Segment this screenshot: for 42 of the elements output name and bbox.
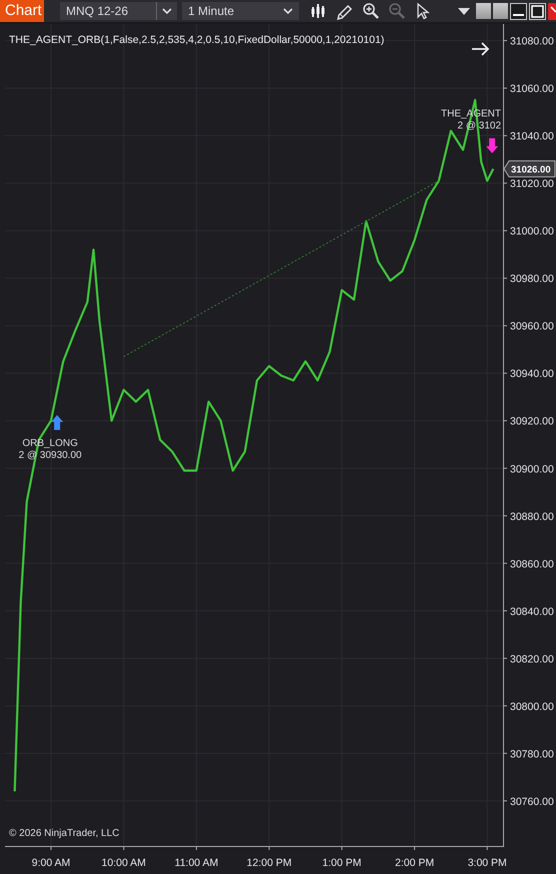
time-label: 2:00 PM xyxy=(395,857,434,869)
close-icon[interactable] xyxy=(548,2,556,20)
time-label: 1:00 PM xyxy=(322,857,362,869)
instrument-field[interactable]: MNQ 12-26 xyxy=(60,2,157,20)
price-label: 30800.00 xyxy=(510,700,554,713)
price-label: 30940.00 xyxy=(510,368,554,380)
chevron-icon xyxy=(283,8,293,14)
time-label: 12:00 PM xyxy=(246,857,292,869)
price-label: 31040.00 xyxy=(510,130,554,143)
price-label: 31060.00 xyxy=(510,83,554,96)
time-label: 10:00 AM xyxy=(102,857,146,869)
copyright-text: © 2026 NinjaTrader, LLC xyxy=(9,828,120,839)
price-label: 31000.00 xyxy=(510,226,554,238)
chart-tab[interactable]: Chart xyxy=(0,0,44,22)
price-label: 30920.00 xyxy=(510,416,554,428)
down-arrow-icon xyxy=(486,138,498,154)
price-label: 30760.00 xyxy=(510,796,554,808)
price-label: 31020.00 xyxy=(510,178,554,190)
price-label: 31080.00 xyxy=(510,36,554,48)
price-label: 30780.00 xyxy=(510,748,554,760)
right-arrow-icon[interactable] xyxy=(472,42,490,56)
zoom-in-icon[interactable] xyxy=(362,2,380,20)
minimize-icon[interactable] xyxy=(510,2,527,20)
price-label: 30900.00 xyxy=(510,463,554,476)
price-label: 30880.00 xyxy=(510,510,554,523)
last-price-tag: 31026.00 xyxy=(503,160,556,178)
interval-dropdown[interactable]: 1 Minute xyxy=(182,2,299,20)
time-label: 9:00 AM xyxy=(32,857,70,869)
caret-icon[interactable] xyxy=(458,8,470,14)
price-label: 30960.00 xyxy=(510,320,554,333)
time-label: 3:00 PM xyxy=(468,857,507,869)
maximize-icon[interactable] xyxy=(529,2,546,20)
price-label: 30840.00 xyxy=(510,606,554,618)
chevron-icon xyxy=(162,8,172,14)
pencil-icon[interactable] xyxy=(336,2,354,20)
up-arrow-icon xyxy=(51,415,64,430)
price-label: 30980.00 xyxy=(510,273,554,286)
indicator-label: THE_AGENT_ORB(1,False,2.5,2,535,4,2,0.5,10,FixedDollar,50000,1,20210101) xyxy=(9,34,384,46)
price-label: 30860.00 xyxy=(510,558,554,570)
dropdown-button[interactable] xyxy=(157,2,177,20)
price-label: 30820.00 xyxy=(510,653,554,666)
time-label: 11:00 AM xyxy=(174,857,218,869)
